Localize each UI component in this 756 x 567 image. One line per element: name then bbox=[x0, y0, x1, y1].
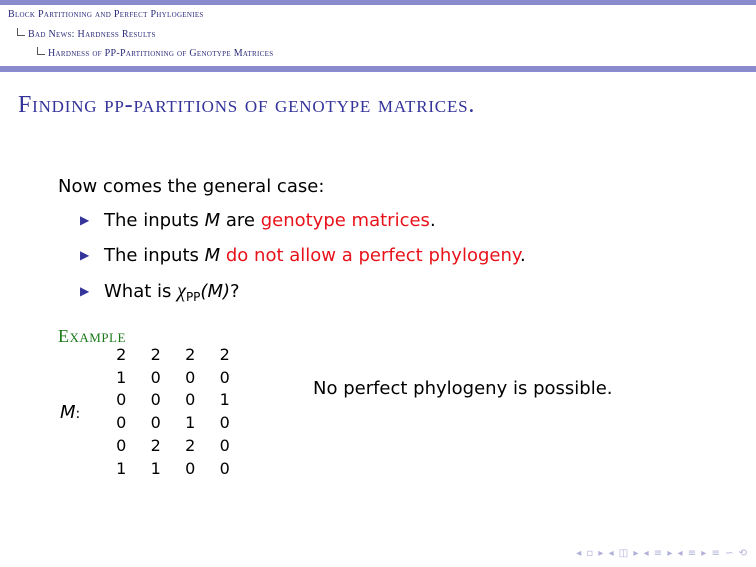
matrix-cell: 0 bbox=[185, 390, 196, 410]
breadcrumb-subsection: Bad News: Hardness Results bbox=[17, 28, 156, 40]
tree-corner-icon bbox=[17, 28, 25, 36]
matrix-cell: 0 bbox=[219, 458, 230, 478]
matrix-cell: 1 bbox=[185, 413, 196, 433]
chi-subscript: PP bbox=[185, 290, 201, 304]
matrix-cell: 0 bbox=[219, 367, 230, 387]
intro-text: Now comes the general case: bbox=[58, 176, 325, 197]
matrix-row: 1 0 0 0 bbox=[104, 366, 242, 389]
matrix-row: 0 0 1 0 bbox=[104, 411, 242, 434]
matrix-cell: 0 bbox=[185, 367, 196, 387]
beamer-navigation-icons[interactable]: ◂ ▫ ▸ ◂ ◫ ▸ ◂ ≡ ▸ ◂ ≡ ▸ ≡ ∽ ⟲ bbox=[576, 548, 748, 559]
matrix-row: 2 2 2 2 bbox=[104, 343, 242, 366]
breadcrumb-frame-text: Hardness of PP-Partitioning of Genotype … bbox=[48, 48, 274, 59]
bullet-triangle-icon: ▶ bbox=[80, 284, 90, 298]
bullet-triangle-icon: ▶ bbox=[80, 213, 90, 227]
tree-corner-icon bbox=[37, 47, 45, 55]
matrix-cell: 0 bbox=[150, 413, 161, 433]
matrix-row: 1 1 0 0 bbox=[104, 457, 242, 480]
matrix-cell: 0 bbox=[219, 413, 230, 433]
matrix-row: 0 2 2 0 bbox=[104, 434, 242, 457]
matrix-cell: 2 bbox=[185, 436, 196, 456]
matrix-cell: 2 bbox=[116, 344, 127, 364]
matrix-cell: 0 bbox=[185, 458, 196, 478]
breadcrumb-subsection-text: Bad News: Hardness Results bbox=[28, 29, 156, 40]
matrix-label: M: bbox=[60, 402, 81, 423]
genotype-matrix: 2222 1000 0001 0010 0220 1100 bbox=[104, 343, 242, 480]
matrix-cell: 2 bbox=[219, 344, 230, 364]
matrix-cell: 0 bbox=[116, 413, 127, 433]
example-note: No perfect phylogeny is possible. bbox=[313, 378, 613, 399]
breadcrumb-frame: Hardness of PP-Partitioning of Genotype … bbox=[37, 47, 273, 59]
matrix-cell: 0 bbox=[219, 436, 230, 456]
matrix-cell: 0 bbox=[150, 367, 161, 387]
matrix-cell: 1 bbox=[116, 458, 127, 478]
matrix-cell: 0 bbox=[116, 436, 127, 456]
bullet-item: ▶ The inputs M are genotype matrices. bbox=[80, 210, 436, 231]
bullet-triangle-icon: ▶ bbox=[80, 248, 90, 262]
matrix-cell: 0 bbox=[116, 390, 127, 410]
bullet-item: ▶ The inputs M do not allow a perfect phy… bbox=[80, 245, 526, 266]
breadcrumb-section: Block Partitioning and Perfect Phylogeni… bbox=[8, 9, 204, 20]
highlight-text: do not allow a perfect phylogeny bbox=[225, 245, 520, 266]
matrix-row: 0 0 0 1 bbox=[104, 389, 242, 412]
slide-title: Finding pp-partitions of genotype matric… bbox=[18, 92, 476, 118]
bullet-item: ▶ What is χPP(M)? bbox=[80, 280, 240, 304]
matrix-cell: 2 bbox=[150, 344, 161, 364]
matrix-cell: 2 bbox=[150, 436, 161, 456]
header-top-bar bbox=[0, 0, 756, 5]
matrix-cell: 0 bbox=[150, 390, 161, 410]
highlight-text: genotype matrices bbox=[260, 210, 430, 231]
matrix-cell: 1 bbox=[219, 390, 230, 410]
matrix-cell: 1 bbox=[116, 367, 127, 387]
header-separator-bar bbox=[0, 66, 756, 72]
chi-symbol: χ bbox=[177, 280, 186, 302]
matrix-cell: 2 bbox=[185, 344, 196, 364]
matrix-cell: 1 bbox=[150, 458, 161, 478]
